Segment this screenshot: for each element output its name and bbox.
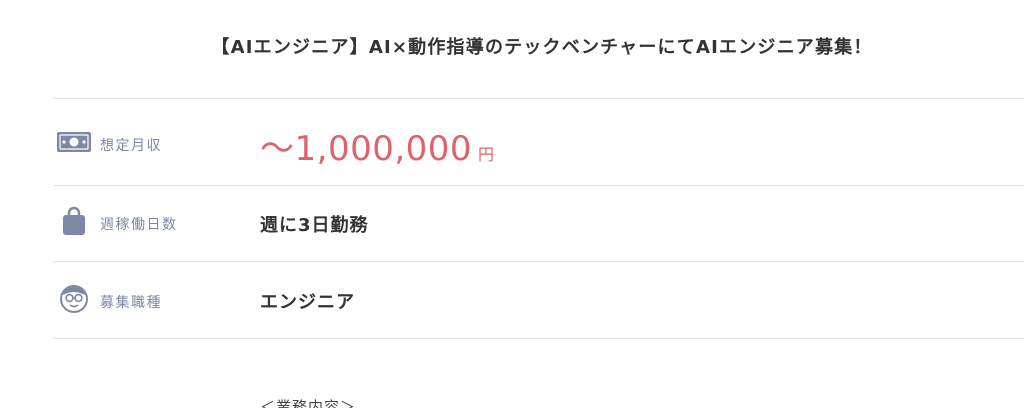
job-type-label: 募集職種 xyxy=(100,295,162,311)
salary-row: 想定月収 〜1,000,000 円 xyxy=(53,99,1024,185)
job-description-heading: ＜業務内容＞ xyxy=(260,398,357,408)
job-type-value: エンジニア xyxy=(260,292,355,313)
divider xyxy=(53,338,1024,339)
person-glasses-icon xyxy=(57,284,91,314)
job-detail-page: 【AIエンジニア】AI×動作指導のテックベンチャーにてAIエンジニア募集！ 想定… xyxy=(0,0,1024,408)
bag-icon xyxy=(57,206,91,236)
job-title: 【AIエンジニア】AI×動作指導のテックベンチャーにてAIエンジニア募集！ xyxy=(211,37,873,58)
salary-value: 〜1,000,000 円 xyxy=(260,121,494,170)
money-bill-icon xyxy=(57,127,91,157)
working-days-label: 週稼働日数 xyxy=(100,217,178,233)
salary-unit: 円 xyxy=(478,145,495,164)
salary-label: 想定月収 xyxy=(100,138,162,154)
job-type-row: 募集職種 エンジニア xyxy=(53,262,1024,338)
working-days-row: 週稼働日数 週に3日勤務 xyxy=(53,186,1024,261)
salary-amount: 〜1,000,000 xyxy=(260,129,473,169)
working-days-value: 週に3日勤務 xyxy=(260,215,369,236)
